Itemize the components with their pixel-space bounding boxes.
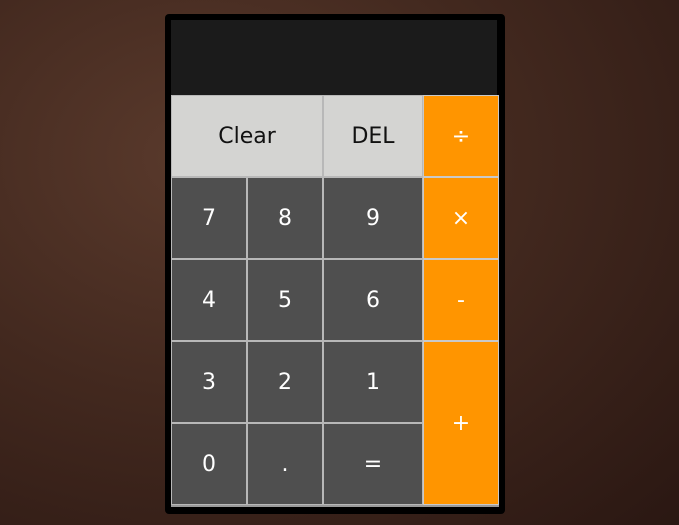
clear-button[interactable]: Clear xyxy=(171,95,323,177)
decimal-point-button[interactable]: . xyxy=(247,423,323,505)
digit-4-button[interactable]: 4 xyxy=(171,259,247,341)
keypad: Clear DEL ÷ 7 8 9 × 4 5 6 - 3 2 1 + 0 . … xyxy=(171,95,499,507)
equals-button[interactable]: = xyxy=(323,423,423,505)
display-screen xyxy=(171,20,497,95)
digit-1-button[interactable]: 1 xyxy=(323,341,423,423)
add-button[interactable]: + xyxy=(423,341,499,505)
digit-2-button[interactable]: 2 xyxy=(247,341,323,423)
digit-3-button[interactable]: 3 xyxy=(171,341,247,423)
digit-5-button[interactable]: 5 xyxy=(247,259,323,341)
divide-button[interactable]: ÷ xyxy=(423,95,499,177)
calculator: Clear DEL ÷ 7 8 9 × 4 5 6 - 3 2 1 + 0 . … xyxy=(165,14,505,514)
digit-0-button[interactable]: 0 xyxy=(171,423,247,505)
multiply-button[interactable]: × xyxy=(423,177,499,259)
digit-9-button[interactable]: 9 xyxy=(323,177,423,259)
delete-button[interactable]: DEL xyxy=(323,95,423,177)
subtract-button[interactable]: - xyxy=(423,259,499,341)
digit-8-button[interactable]: 8 xyxy=(247,177,323,259)
digit-7-button[interactable]: 7 xyxy=(171,177,247,259)
digit-6-button[interactable]: 6 xyxy=(323,259,423,341)
